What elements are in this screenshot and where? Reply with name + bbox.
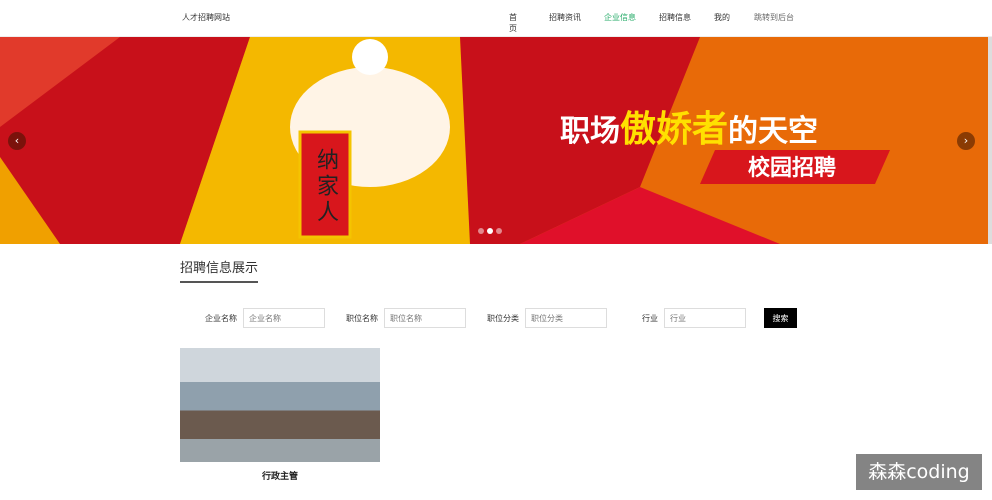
header: 人才招聘网站 首页 招聘资讯 企业信息 招聘信息 我的 跳转到后台 xyxy=(0,0,992,37)
nav-home[interactable]: 首页 xyxy=(509,12,517,34)
svg-text:职场傲娇者的天空: 职场傲娇者的天空 xyxy=(560,109,818,150)
company-name-input[interactable] xyxy=(243,308,325,328)
filter-label: 行业 xyxy=(642,313,658,323)
carousel-dot[interactable] xyxy=(496,228,502,234)
section-title: 招聘信息展示 xyxy=(180,257,259,283)
watermark: 森森coding xyxy=(856,454,982,490)
carousel-indicators xyxy=(478,228,502,234)
job-image xyxy=(180,348,380,462)
site-logo[interactable]: 人才招聘网站 xyxy=(182,12,230,23)
position-category-input[interactable] xyxy=(525,308,607,328)
industry-input[interactable] xyxy=(664,308,746,328)
job-title: 行政主管 xyxy=(261,472,298,482)
scrollbar[interactable] xyxy=(988,37,992,244)
job-card[interactable]: 行政主管 xyxy=(180,348,380,482)
filter-label: 职位分类 xyxy=(487,313,519,323)
position-name-input[interactable] xyxy=(384,308,466,328)
filter-position: 职位名称 xyxy=(346,308,466,328)
search-button[interactable]: 搜索 xyxy=(764,308,797,328)
carousel-prev-button[interactable]: ‹ xyxy=(8,132,26,150)
nav-admin[interactable]: 跳转到后台 xyxy=(754,12,794,23)
carousel-dot-active[interactable] xyxy=(487,228,493,234)
nav-companies[interactable]: 企业信息 xyxy=(604,12,636,23)
filter-label: 职位名称 xyxy=(346,313,378,323)
svg-text:校园招聘: 校园招聘 xyxy=(748,155,836,181)
nav-jobs[interactable]: 招聘信息 xyxy=(659,12,691,23)
filter-industry: 行业 xyxy=(642,308,746,328)
carousel-next-button[interactable]: › xyxy=(957,132,975,150)
banner-image: 职场傲娇者的天空 校园招聘 xyxy=(0,37,890,244)
nav-news[interactable]: 招聘资讯 xyxy=(549,12,581,23)
nav-mine[interactable]: 我的 xyxy=(714,12,730,23)
filter-label: 企业名称 xyxy=(205,313,237,323)
banner-carousel[interactable]: 职场傲娇者的天空 校园招聘 纳家人 ‹ › xyxy=(0,37,988,244)
carousel-dot[interactable] xyxy=(478,228,484,234)
banner-scroll-text: 纳家人 xyxy=(313,148,338,226)
filter-category: 职位分类 xyxy=(487,308,607,328)
filter-company: 企业名称 xyxy=(205,308,325,328)
